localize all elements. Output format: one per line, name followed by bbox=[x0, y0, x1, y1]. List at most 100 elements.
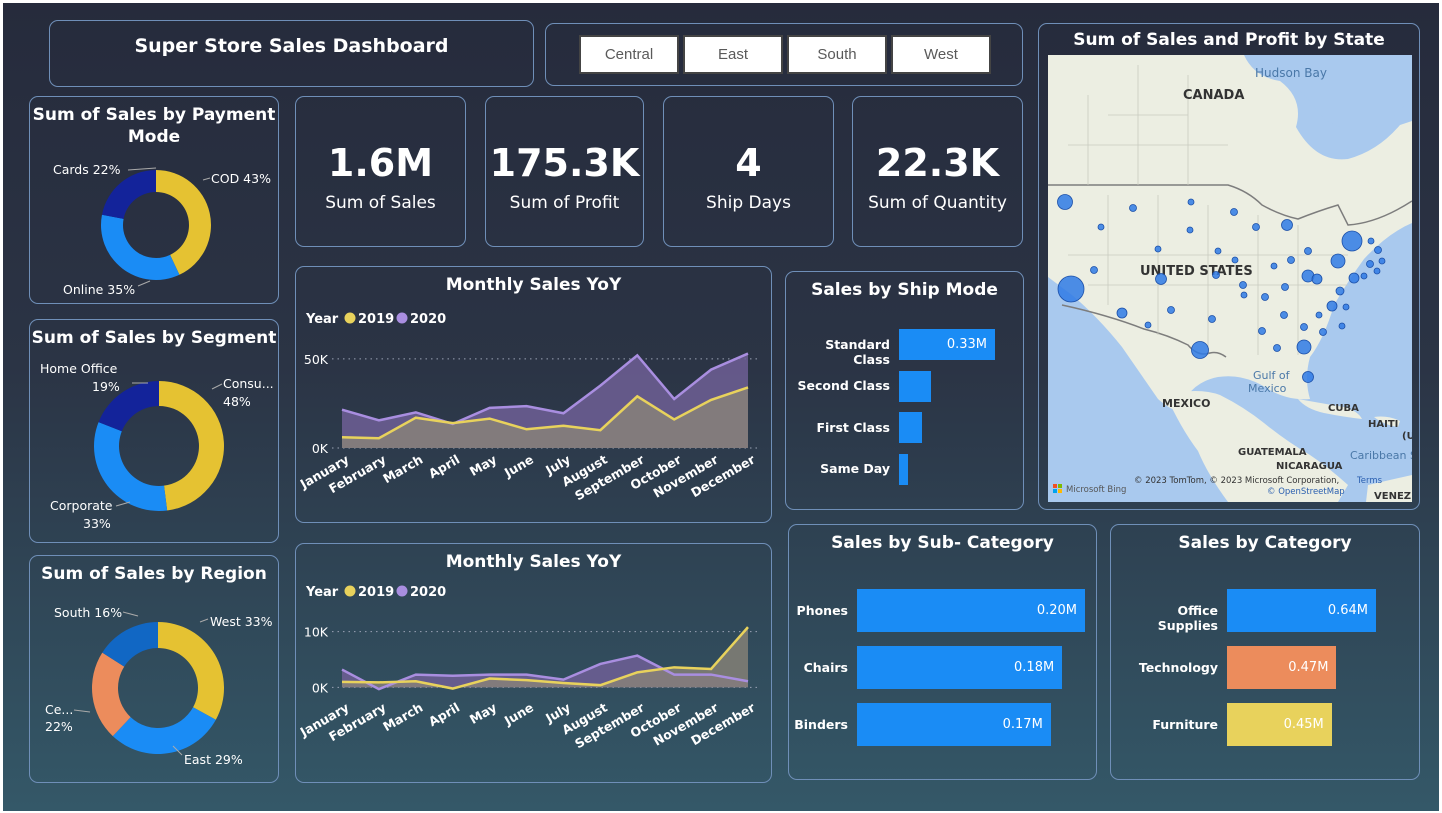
y-tick-label: 50K bbox=[304, 352, 329, 367]
segment-donut-slices bbox=[94, 381, 225, 511]
segment-pct-consumer: 48% bbox=[223, 394, 251, 409]
kpi-value-profit: 175.3K bbox=[489, 141, 640, 185]
payment-donut[interactable]: Cards 22% COD 43% Online 35% bbox=[30, 97, 280, 305]
map-label-cuba: CUBA bbox=[1328, 403, 1359, 414]
slicer-option-south[interactable]: South bbox=[787, 35, 887, 74]
segment-pct-home-office: 19% bbox=[92, 379, 120, 394]
segment-donut[interactable]: Home Office 19% Consu... 48% Corporate 3… bbox=[30, 320, 280, 544]
bar[interactable] bbox=[899, 370, 931, 402]
segment-label-home-office: Home Office bbox=[40, 361, 118, 376]
legend-label-2019: 2019 bbox=[358, 585, 394, 600]
region-label-east: East 29% bbox=[184, 752, 243, 767]
monthly-area-chart-1[interactable]: Year 2019 20200K50KJanuaryFebruaryMarch Apr… bbox=[296, 267, 773, 524]
slicer-option-west[interactable]: West bbox=[891, 35, 991, 74]
category-card: Sales by Category Office Supplies 0.64M Te… bbox=[1110, 524, 1420, 780]
kpi-card-quantity: 22.3K Sum of Quantity bbox=[852, 96, 1023, 247]
bar-category-label: Standard Class bbox=[825, 336, 890, 367]
region-label-south: South 16% bbox=[54, 605, 122, 620]
x-tick-label: May bbox=[467, 700, 499, 727]
category-bars[interactable]: Office Supplies 0.64M Technology 0.47M Furni… bbox=[1111, 525, 1421, 781]
legend-marker-2020 bbox=[396, 585, 408, 597]
map-label-gulf-1: Gulf of bbox=[1253, 369, 1291, 382]
region-label-central: Ce... bbox=[45, 702, 73, 717]
map-label-venez: VENEZ bbox=[1374, 491, 1411, 502]
bar[interactable] bbox=[899, 453, 908, 485]
bar[interactable] bbox=[899, 412, 923, 443]
kpi-label-ship-days: Ship Days bbox=[706, 193, 791, 213]
region-pct-central: 22% bbox=[45, 719, 73, 734]
x-tick-label: June bbox=[501, 452, 536, 481]
kpi-label-sales: Sum of Sales bbox=[325, 193, 436, 213]
map-copyright: © 2023 TomTom, © 2023 Microsoft Corporat… bbox=[1134, 476, 1339, 486]
map-label-hudson: Hudson Bay bbox=[1255, 66, 1327, 80]
segment-pct-corporate: 33% bbox=[83, 516, 111, 531]
bar-value-label: 0.47M bbox=[1288, 659, 1329, 675]
x-tick-label: June bbox=[501, 700, 536, 729]
donut-slice-west[interactable] bbox=[158, 622, 225, 720]
donut-slice-consumer[interactable] bbox=[159, 381, 225, 511]
monthly-sales-card-1: Monthly Sales YoY Year 2019 2020 0K 50K Janua… bbox=[295, 266, 772, 523]
kpi-value-ship-days: 4 bbox=[735, 141, 762, 185]
region-label-west: West 33% bbox=[210, 614, 273, 629]
legend-marker-2019 bbox=[344, 585, 356, 597]
bar-value-label: 0.45M bbox=[1283, 716, 1324, 732]
sub-category-card: Sales by Sub- Category Phones 0.20M Chairs… bbox=[788, 524, 1097, 780]
map-label-mexico: MEXICO bbox=[1162, 397, 1210, 410]
kpi-value-sales: 1.6M bbox=[327, 141, 434, 185]
legend-title: Year bbox=[305, 585, 339, 600]
bar-category-label: Technology bbox=[1138, 659, 1218, 675]
slicer-option-east[interactable]: East bbox=[683, 35, 783, 74]
page-title: Super Store Sales Dashboard bbox=[134, 35, 449, 57]
report-canvas: Super Store Sales Dashboard Central East… bbox=[3, 3, 1439, 811]
kpi-label-profit: Sum of Profit bbox=[509, 193, 620, 213]
segment-card: Sum of Sales by Segment Home Office 19% … bbox=[29, 319, 279, 543]
bar-category-label: Phones bbox=[796, 602, 848, 618]
bar-value-label: 0.33M bbox=[946, 336, 987, 352]
bar-category-label: First Class bbox=[816, 419, 890, 435]
x-tick-label: March bbox=[380, 452, 425, 487]
map-bing-logo: Microsoft Bing bbox=[1066, 485, 1126, 495]
bar-value-label: 0.64M bbox=[1327, 602, 1368, 618]
segment-label-consumer: Consu... bbox=[223, 376, 274, 391]
map-label-haiti: HAITI bbox=[1368, 419, 1398, 430]
map-label-gulf-2: Mexico bbox=[1248, 382, 1287, 395]
bar-category-label: Binders bbox=[794, 716, 848, 732]
y-tick-label: 10K bbox=[304, 625, 329, 640]
map-card: Sum of Sales and Profit by State CANADA bbox=[1038, 23, 1420, 510]
region-slicer: Central East South West bbox=[545, 23, 1023, 86]
legend-label-2020: 2020 bbox=[410, 585, 446, 600]
map-terms-link[interactable]: Terms bbox=[1356, 476, 1383, 486]
bar-category-label: Furniture bbox=[1152, 716, 1218, 732]
map-graphic: CANADA Hudson Bay UNITED STATES MEXICO G… bbox=[1048, 55, 1412, 502]
legend-label-2019: 2019 bbox=[358, 312, 394, 327]
donut-slice-east[interactable] bbox=[112, 707, 216, 754]
kpi-card-ship-days: 4 Ship Days bbox=[663, 96, 834, 247]
region-donut[interactable]: South 16% West 33% Ce... 22% East 29% bbox=[30, 556, 280, 784]
donut-slice-cards[interactable] bbox=[101, 170, 156, 219]
x-tick-label: April bbox=[426, 452, 462, 482]
region-card: Sum of Sales by Region South 16% West 33… bbox=[29, 555, 279, 783]
state-map[interactable]: CANADA Hudson Bay UNITED STATES MEXICO G… bbox=[1048, 55, 1412, 502]
sub-category-bars[interactable]: Phones 0.20M Chairs 0.18M Binders 0.17M bbox=[789, 525, 1098, 781]
bar-category-label: Second Class bbox=[797, 378, 890, 393]
x-tick-label: March bbox=[380, 700, 425, 735]
y-tick-label: 0K bbox=[312, 680, 329, 695]
bar-category-label: Same Day bbox=[820, 461, 890, 476]
legend-title: Year bbox=[305, 312, 339, 327]
slicer-option-central[interactable]: Central bbox=[579, 35, 679, 74]
map-label-us-short: (U bbox=[1402, 431, 1412, 442]
ship-mode-bars[interactable]: Standard Class 0.33M Second Class First Cla… bbox=[786, 272, 1025, 511]
legend-marker-2019 bbox=[344, 312, 356, 324]
payment-label-cod: COD 43% bbox=[211, 171, 271, 186]
bar-category-label: Chairs bbox=[803, 659, 848, 675]
title-card: Super Store Sales Dashboard bbox=[49, 20, 534, 87]
monthly-area-chart-2[interactable]: Year 2019 20200K10KJanuaryFebruaryMarch Apr… bbox=[296, 544, 773, 784]
donut-slice-online[interactable] bbox=[100, 214, 180, 280]
y-tick-label: 0K bbox=[312, 441, 329, 456]
bar-value-label: 0.18M bbox=[1014, 659, 1055, 675]
kpi-card-sales: 1.6M Sum of Sales bbox=[295, 96, 466, 247]
segment-label-corporate: Corporate bbox=[50, 498, 113, 513]
map-osm-link[interactable]: © OpenStreetMap bbox=[1267, 487, 1345, 497]
bar-category-label: Office Supplies bbox=[1157, 602, 1218, 633]
payment-mode-card: Sum of Sales by Payment Mode Cards 22% C… bbox=[29, 96, 279, 304]
